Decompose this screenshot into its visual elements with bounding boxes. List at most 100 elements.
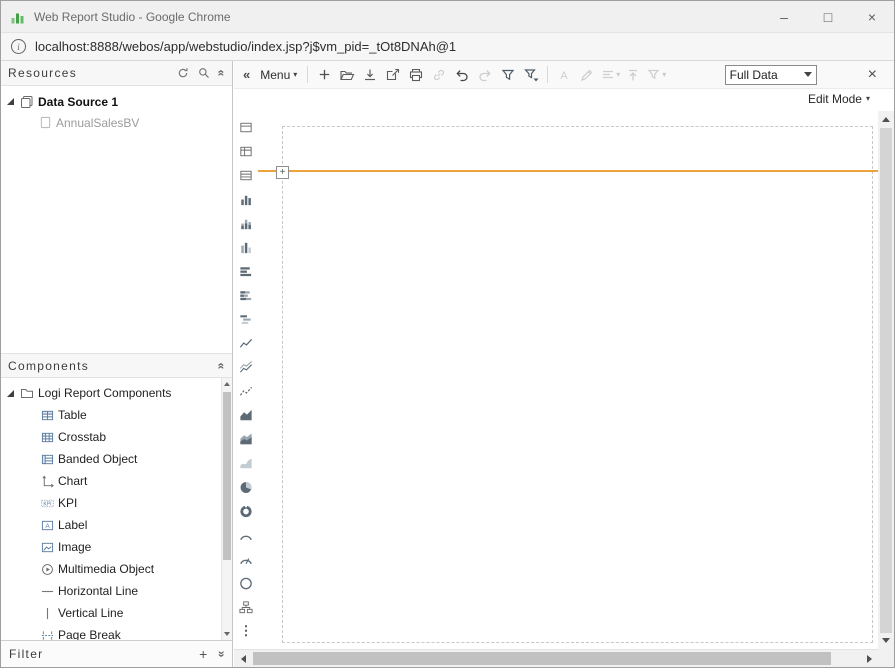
filter-menu-button[interactable] <box>520 64 542 86</box>
open-button[interactable] <box>336 64 358 86</box>
line-chart-icon[interactable] <box>238 335 255 351</box>
caret-down-icon: ▾ <box>662 71 666 79</box>
save-button[interactable] <box>359 64 381 86</box>
scrollbar-thumb[interactable] <box>880 128 892 633</box>
component-item-chart[interactable]: Chart <box>1 470 221 492</box>
component-toolbox: ⋮ <box>234 111 258 649</box>
font-button[interactable]: A <box>553 64 575 86</box>
donut-chart-icon[interactable] <box>238 503 255 519</box>
insert-banded-icon[interactable] <box>238 167 255 183</box>
components-scrollbar[interactable] <box>221 378 232 640</box>
expander-icon[interactable] <box>7 390 14 397</box>
data-mode-select[interactable]: Full Data <box>725 65 817 85</box>
filter-panel-header[interactable]: Filter + « <box>1 640 232 667</box>
component-item-vertical-line[interactable]: Vertical Line <box>1 602 221 624</box>
insert-table-icon[interactable] <box>238 119 255 135</box>
dashed-line-chart-icon[interactable] <box>238 383 255 399</box>
multimedia-icon <box>41 563 54 576</box>
gauge-chart-icon[interactable] <box>238 551 255 567</box>
component-item-image[interactable]: Image <box>1 536 221 558</box>
image-icon <box>41 541 54 554</box>
export-button[interactable] <box>382 64 404 86</box>
component-label: Banded Object <box>58 452 137 466</box>
more-components-icon[interactable]: ⋮ <box>238 623 255 639</box>
undo-button[interactable] <box>451 64 473 86</box>
workspace: ⋮ + <box>234 111 894 649</box>
table-move-handle[interactable]: + <box>276 166 289 179</box>
component-item-horizontal-line[interactable]: Horizontal Line <box>1 580 221 602</box>
horizontal-line-icon <box>41 585 54 598</box>
stacked-hbar-chart-icon[interactable] <box>238 287 255 303</box>
scroll-down-icon[interactable] <box>222 628 232 640</box>
tree-node-components-root[interactable]: Logi Report Components <box>1 382 221 404</box>
component-label: Table <box>58 408 87 422</box>
conditional-format-button[interactable] <box>576 64 598 86</box>
redo-button[interactable] <box>474 64 496 86</box>
new-report-button[interactable] <box>313 64 335 86</box>
expander-icon[interactable] <box>7 98 14 105</box>
scroll-up-icon[interactable] <box>878 111 894 128</box>
report-canvas[interactable]: + <box>258 111 878 649</box>
component-item-crosstab[interactable]: Crosstab <box>1 426 221 448</box>
circle-chart-icon[interactable] <box>238 575 255 591</box>
gantt-chart-icon[interactable] <box>238 311 255 327</box>
canvas-horizontal-scrollbar[interactable] <box>234 649 878 667</box>
collapse-sidebar-icon[interactable]: « <box>239 67 254 82</box>
svg-text:A: A <box>561 70 569 82</box>
bring-to-top-button[interactable] <box>622 64 644 86</box>
tree-node-business-view[interactable]: AnnualSalesBV <box>1 112 232 133</box>
selected-section-border <box>258 170 878 172</box>
tree-node-data-source[interactable]: Data Source 1 <box>1 91 232 112</box>
bar-chart-icon[interactable] <box>238 191 255 207</box>
toolbar-separator <box>307 66 308 83</box>
scrollbar-thumb[interactable] <box>253 652 831 665</box>
refresh-icon[interactable] <box>176 66 190 80</box>
add-filter-icon[interactable]: + <box>199 647 207 661</box>
menu-button[interactable]: Menu ▾ <box>255 64 302 86</box>
components-tree: Logi Report Components Table <box>1 378 221 642</box>
component-item-label[interactable]: A Label <box>1 514 221 536</box>
close-icon[interactable]: × <box>850 1 894 32</box>
org-chart-icon[interactable] <box>238 599 255 615</box>
component-item-table[interactable]: Table <box>1 404 221 426</box>
arc-chart-icon[interactable] <box>238 527 255 543</box>
main-content: « Menu ▾ <box>234 61 894 667</box>
scroll-right-icon[interactable] <box>860 650 878 667</box>
link-button[interactable] <box>428 64 450 86</box>
search-icon[interactable] <box>197 66 211 80</box>
component-item-banded-object[interactable]: Banded Object <box>1 448 221 470</box>
stacked-bar-chart-icon[interactable] <box>238 215 255 231</box>
minimize-icon[interactable]: – <box>762 1 806 32</box>
scroll-down-icon[interactable] <box>878 632 894 649</box>
pie-chart-icon[interactable] <box>238 479 255 495</box>
maximize-icon[interactable]: □ <box>806 1 850 32</box>
component-item-multimedia-object[interactable]: Multimedia Object <box>1 558 221 580</box>
print-button[interactable] <box>405 64 427 86</box>
filter-convert-button[interactable] <box>497 64 519 86</box>
column-chart-icon[interactable] <box>238 239 255 255</box>
close-report-icon[interactable]: × <box>868 66 877 84</box>
collapse-resources-icon[interactable]: « <box>216 70 228 77</box>
area-chart-icon[interactable] <box>238 407 255 423</box>
smooth-area-chart-icon[interactable] <box>238 455 255 471</box>
component-item-kpi[interactable]: KPI KPI <box>1 492 221 514</box>
hbar-chart-icon[interactable] <box>238 263 255 279</box>
expand-filter-icon[interactable]: « <box>215 651 227 658</box>
business-view-label: AnnualSalesBV <box>56 116 139 130</box>
collapse-components-icon[interactable]: « <box>216 362 228 369</box>
canvas-vertical-scrollbar[interactable] <box>878 111 894 649</box>
left-sidebar: Resources « <box>1 61 233 667</box>
address-bar[interactable]: localhost:8888/webos/app/webstudio/index… <box>35 39 456 54</box>
scroll-up-icon[interactable] <box>222 378 232 390</box>
chart-axis-icon <box>41 475 54 488</box>
multi-line-chart-icon[interactable] <box>238 359 255 375</box>
insert-crosstab-icon[interactable] <box>238 143 255 159</box>
scroll-left-icon[interactable] <box>234 650 252 667</box>
scrollbar-thumb[interactable] <box>223 392 231 560</box>
align-button[interactable]: ▾ <box>599 64 621 86</box>
filter-options-button[interactable]: ▾ <box>645 64 667 86</box>
data-source-icon <box>20 95 34 109</box>
stacked-area-chart-icon[interactable] <box>238 431 255 447</box>
edit-mode-menu[interactable]: Edit Mode ▾ <box>808 92 870 106</box>
site-info-icon[interactable]: i <box>11 39 26 54</box>
